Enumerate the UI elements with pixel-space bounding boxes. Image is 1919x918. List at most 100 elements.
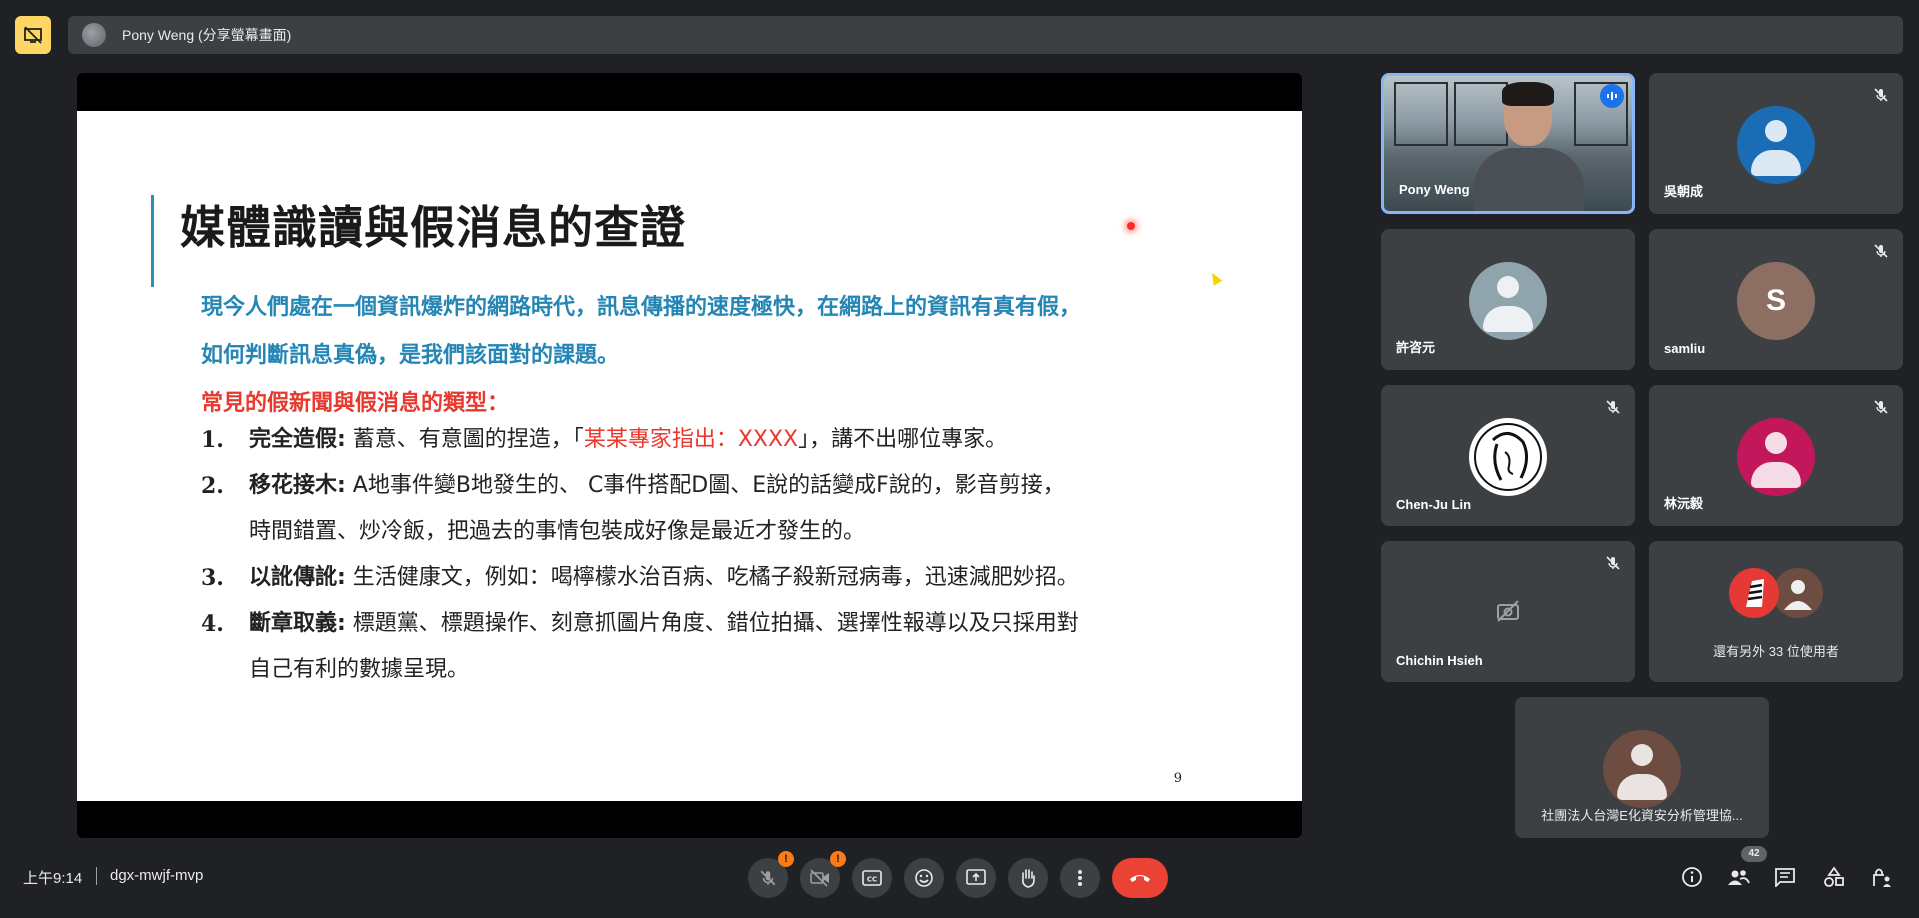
others-avatar-2	[1773, 568, 1823, 618]
person-icon	[1603, 730, 1681, 808]
present-now-button[interactable]	[956, 858, 996, 898]
laser-pointer	[1127, 222, 1135, 230]
meeting-details-button[interactable]	[1677, 862, 1707, 892]
list-item-text: 生活健康文，例如：喝檸檬水治百病、吃橘子殺新冠病毒，迅速減肥妙招。	[345, 565, 1079, 590]
presenter-bar: Pony Weng (分享螢幕畫面)	[68, 16, 1903, 54]
profile-drawing-icon	[1474, 423, 1542, 491]
participant-name: 吳朝成	[1664, 184, 1704, 199]
slide-intro-line-2: 如何判斷訊息真偽，是我們該面對的課題。	[201, 343, 620, 368]
slide-page-number: 9	[1173, 771, 1182, 786]
list-item-text: 自己有利的數據呈現。	[249, 657, 470, 682]
participant-tile-samliu[interactable]: S samliu	[1649, 229, 1903, 370]
background-window	[1394, 82, 1448, 146]
warning-badge: !	[830, 851, 846, 867]
list-item-text: A地事件變B地發生的、 C事件搭配D圖、E說的話變成F說的，影音剪接，	[345, 473, 1065, 498]
person-icon	[1737, 418, 1815, 496]
hang-up-icon	[1130, 875, 1150, 882]
activities-button[interactable]	[1819, 862, 1849, 892]
people-count-badge: 42	[1741, 846, 1767, 862]
list-number: 3.	[201, 565, 224, 591]
participant-tile-pony-weng[interactable]: Pony Weng	[1381, 73, 1635, 214]
list-number: 4.	[201, 611, 224, 637]
shapes-icon	[1824, 866, 1844, 887]
participant-name: samliu	[1664, 341, 1706, 356]
people-icon	[1728, 870, 1750, 885]
mic-off-icon	[1606, 556, 1620, 570]
presenter-label: Pony Weng (分享螢幕畫面)	[122, 27, 292, 43]
presenter-avatar	[82, 23, 106, 47]
list-item-text: 蓄意、有意圖的捏造，「	[345, 427, 584, 452]
microphone-button[interactable]: !	[748, 851, 794, 898]
warning-badge: !	[778, 851, 794, 867]
presented-slide: 媒體識讀與假消息的查證 現今人們處在一個資訊爆炸的網路時代，訊息傳播的速度極快，…	[77, 111, 1302, 801]
info-icon	[1682, 867, 1702, 887]
slide-intro-line-1: 現今人們處在一個資訊爆炸的網路時代，訊息傳播的速度極快，在網路上的資訊有真有假，	[201, 295, 1082, 320]
camera-off-icon	[1497, 600, 1519, 622]
leave-call-button[interactable]	[1112, 858, 1168, 898]
avatar	[1469, 262, 1547, 340]
people-button[interactable]	[1723, 862, 1753, 892]
others-count-label: 還有另外 33 位使用者	[1713, 644, 1839, 659]
camera-off-icon	[810, 869, 829, 887]
presentation-frame: 媒體識讀與假消息的查證 現今人們處在一個資訊爆炸的網路時代，訊息傳播的速度極快，…	[77, 73, 1302, 838]
meeting-code: dgx-mwjf-mvp	[110, 867, 204, 884]
emoji-icon	[915, 869, 933, 887]
person-icon	[1737, 106, 1815, 184]
slide-list-item-4: 4. 斷章取義: 標題黨、標題操作、刻意抓圖片角度、錯位拍攝、選擇性報導以及只採…	[201, 601, 1201, 693]
more-options-button[interactable]	[1060, 858, 1100, 898]
person-icon	[1784, 580, 1812, 610]
zebra-icon	[1746, 579, 1764, 607]
mic-off-icon	[760, 870, 776, 886]
captions-button[interactable]: CC	[852, 858, 892, 898]
meeting-controls-bar: 上午9:14 dgx-mwjf-mvp ! ! CC 42	[0, 846, 1919, 902]
list-item-heading: 斷章取義:	[249, 611, 346, 636]
participant-name: 林沅毅	[1664, 496, 1704, 511]
mic-off-icon	[1874, 400, 1888, 414]
divider	[96, 867, 97, 885]
avatar	[1469, 418, 1547, 496]
slide-list-item-3: 3. 以訛傳訛: 生活健康文，例如：喝檸檬水治百病、吃橘子殺新冠病毒，迅速減肥妙…	[201, 555, 1201, 601]
list-item-text: 」，講不出哪位專家。	[798, 427, 1008, 452]
participant-tile-chen-ju-lin[interactable]: Chen-Ju Lin	[1381, 385, 1635, 526]
chat-icon	[1775, 868, 1795, 887]
avatar	[1737, 106, 1815, 184]
participant-tile-林沅毅[interactable]: 林沅毅	[1649, 385, 1903, 526]
mic-off-icon	[1874, 88, 1888, 102]
list-item-heading: 以訛傳訛:	[249, 565, 346, 590]
avatar-letter: S	[1765, 284, 1786, 317]
participant-tile-社團法人台灣e化資安分析管理協會[interactable]: 社團法人台灣E化資安分析管理協...	[1515, 697, 1769, 838]
person-icon	[1469, 262, 1547, 340]
participant-name: Pony Weng	[1399, 182, 1470, 197]
chat-button[interactable]	[1770, 862, 1800, 892]
participant-name: 許咨元	[1396, 340, 1436, 355]
participant-tile-許咨元[interactable]: 許咨元	[1381, 229, 1635, 370]
list-item-heading: 完全造假:	[249, 427, 346, 452]
participant-tile-吳朝成[interactable]: 吳朝成	[1649, 73, 1903, 214]
title-accent-bar	[151, 195, 154, 287]
slide-list-item-1: 1. 完全造假: 蓄意、有意圖的捏造，「某某專家指出：XXXX」，講不出哪位專家…	[201, 417, 1201, 463]
speaking-indicator-icon	[1600, 84, 1624, 108]
list-item-text: 標題黨、標題操作、刻意抓圖片角度、錯位拍攝、選擇性報導以及只採用對	[345, 611, 1079, 636]
avatar: S	[1737, 262, 1815, 340]
present-screen-icon	[966, 869, 986, 885]
reactions-button[interactable]	[904, 858, 944, 898]
svg-text:CC: CC	[867, 876, 877, 884]
list-item-heading: 移花接木:	[249, 473, 346, 498]
participant-name: Chichin Hsieh	[1396, 653, 1483, 668]
list-number: 2.	[201, 473, 224, 499]
list-item-quote: 某某專家指出：XXXX	[583, 427, 799, 452]
list-number: 1.	[201, 427, 224, 453]
raise-hand-button[interactable]	[1008, 858, 1048, 898]
slide-types-heading: 常見的假新聞與假消息的類型：	[201, 391, 510, 416]
participant-tile-others[interactable]: 還有另外 33 位使用者	[1649, 541, 1903, 682]
mic-off-icon	[1606, 400, 1620, 414]
others-avatar-1	[1729, 568, 1779, 618]
camera-button[interactable]: !	[800, 851, 846, 898]
meeting-time: 上午9:14	[23, 870, 83, 887]
stop-presenting-button[interactable]	[15, 16, 51, 54]
participant-tile-chichin-hsieh[interactable]: Chichin Hsieh	[1381, 541, 1635, 682]
participant-name: Chen-Ju Lin	[1396, 497, 1472, 512]
host-controls-button[interactable]	[1866, 862, 1896, 892]
avatar	[1603, 730, 1681, 808]
avatar	[1737, 418, 1815, 496]
